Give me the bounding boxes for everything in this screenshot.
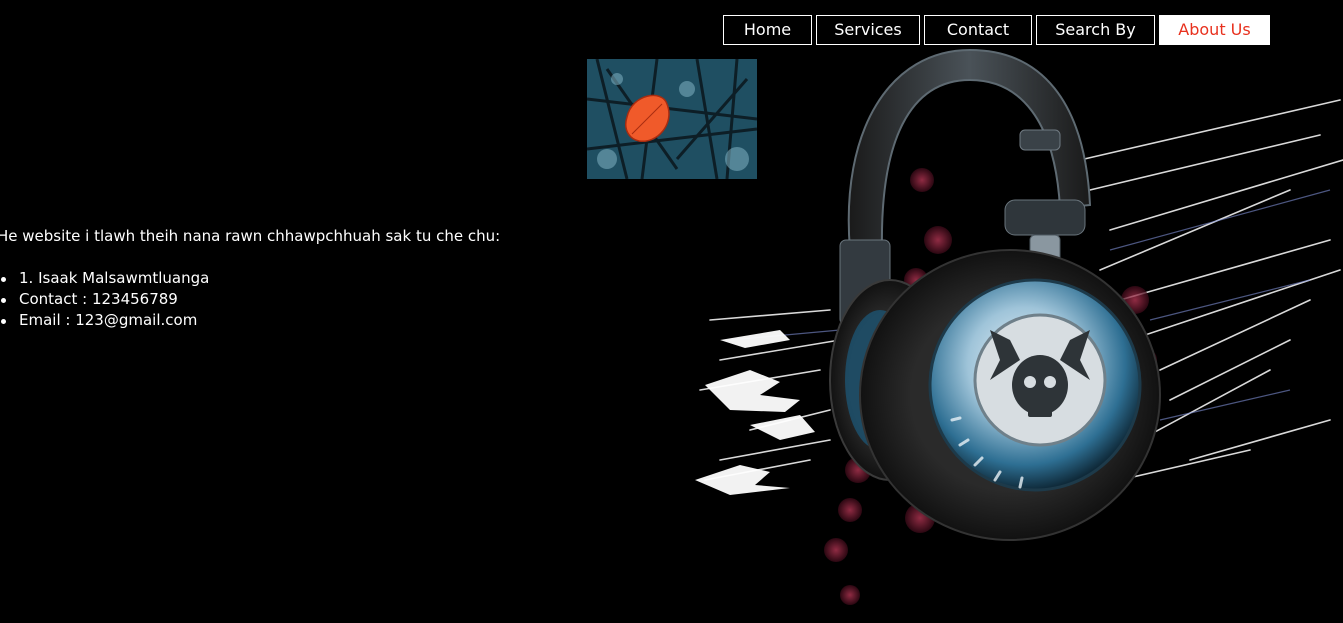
- about-us-page: Home Services Contact Search By About Us…: [0, 0, 1343, 623]
- nav-about-us-button[interactable]: About Us: [1159, 15, 1270, 45]
- nav-contact-button[interactable]: Contact: [924, 15, 1032, 45]
- developer-contact: Contact : 123456789: [0, 289, 209, 310]
- developer-email: Email : 123@gmail.com: [0, 310, 209, 331]
- nav-search-by-button[interactable]: Search By: [1036, 15, 1155, 45]
- nav-services-button[interactable]: Services: [816, 15, 920, 45]
- intro-text: He website i tlawh theih nana rawn chhaw…: [0, 227, 501, 245]
- nav-home-button[interactable]: Home: [723, 15, 812, 45]
- leaf-thumbnail-image: [587, 59, 757, 179]
- main-nav: Home Services Contact Search By About Us: [723, 15, 1270, 45]
- developer-info-list: 1. Isaak Malsawmtluanga Contact : 123456…: [0, 268, 209, 331]
- headphones-illustration: [695, 48, 1343, 605]
- developer-name: 1. Isaak Malsawmtluanga: [0, 268, 209, 289]
